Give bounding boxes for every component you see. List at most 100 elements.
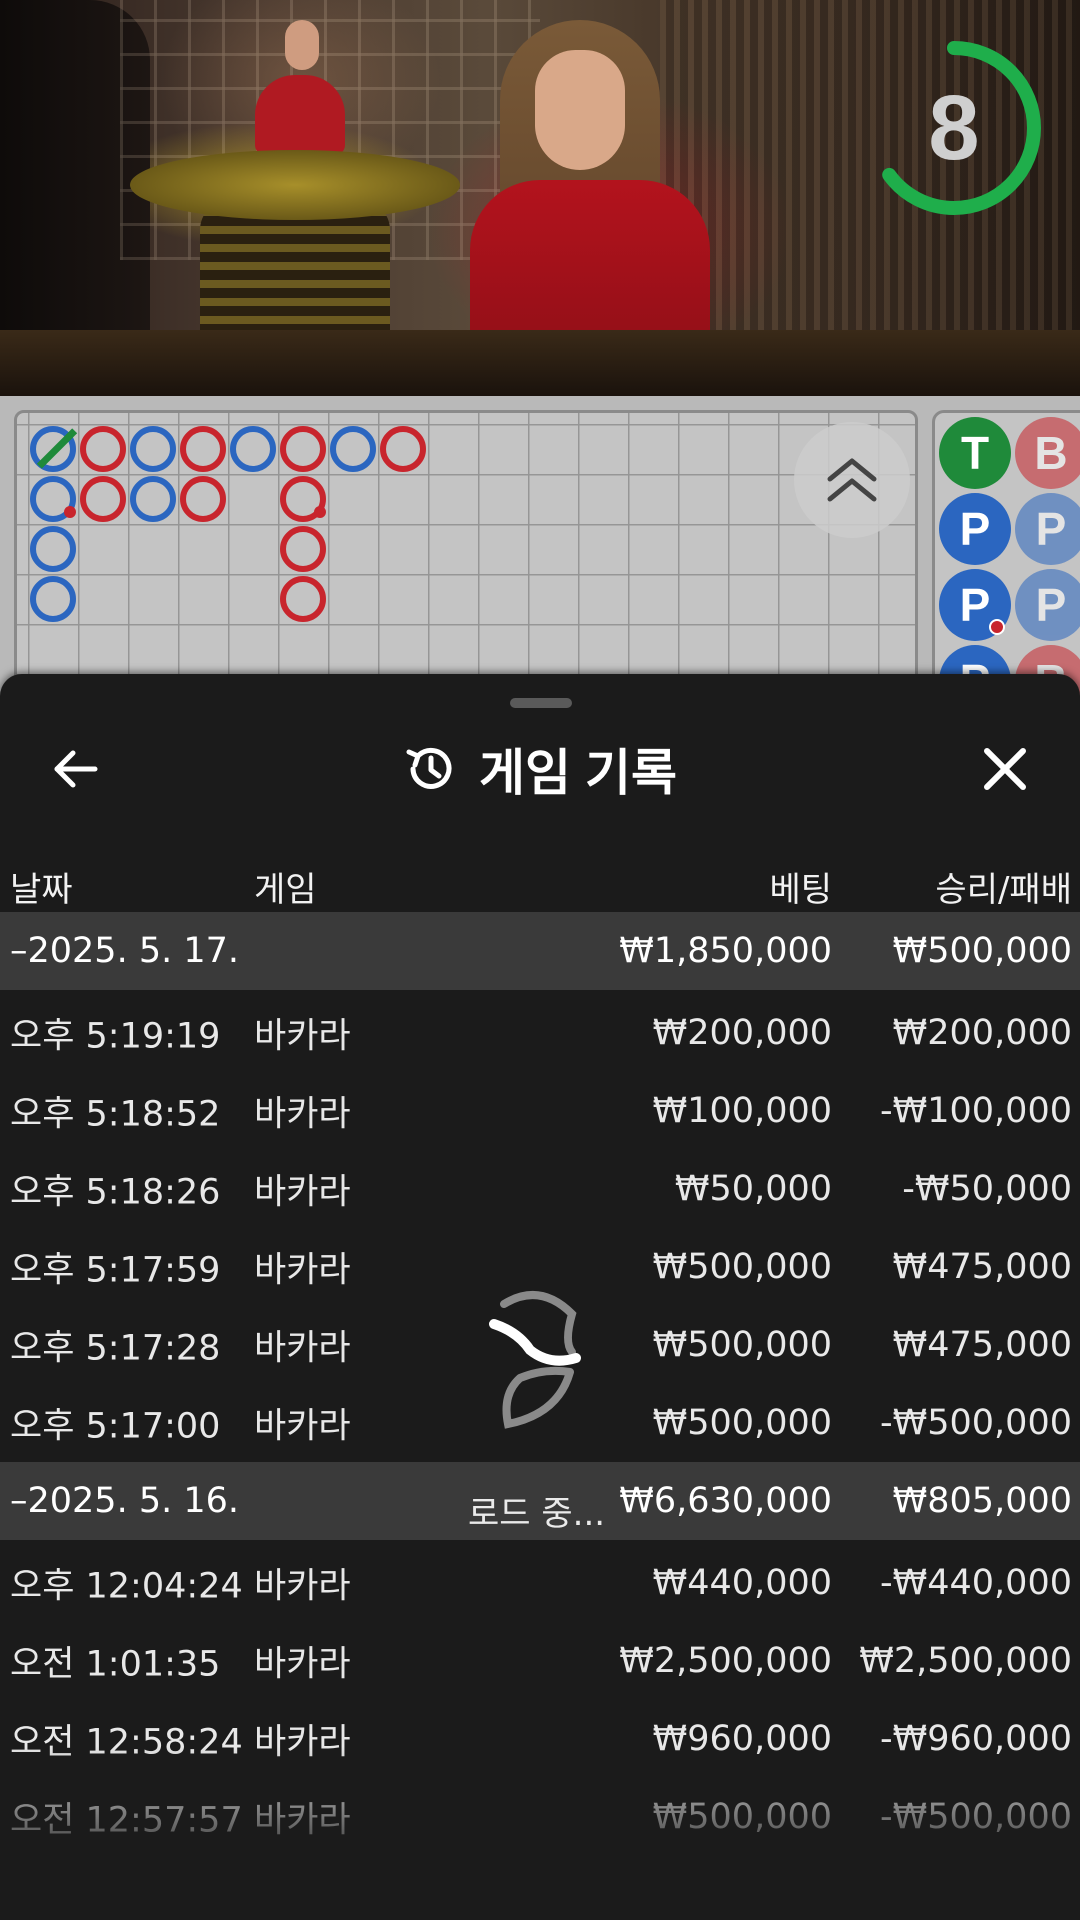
big-road-player-mark: [30, 476, 76, 522]
history-clock-icon: [406, 747, 452, 789]
row-bet: ₩200,000: [652, 1013, 832, 1053]
big-road-banker-mark: [280, 476, 326, 522]
sheet-drag-handle[interactable]: [510, 698, 572, 708]
video-bg-table: [130, 150, 460, 220]
bead-road: TBPPPPPB: [932, 410, 1080, 700]
bead-road-mark: B: [1015, 417, 1080, 489]
back-button[interactable]: [40, 734, 110, 804]
history-row[interactable]: 오후 5:18:26 바카라 ₩50,000 -₩50,000: [0, 1150, 1080, 1228]
row-time: 오전 1:01:35: [10, 1644, 221, 1685]
tie-slash: [36, 428, 78, 469]
big-road-player-mark: [30, 526, 76, 572]
history-row[interactable]: 오전 12:57:57 바카라 ₩500,000 -₩500,000: [0, 1778, 1080, 1856]
column-header-game[interactable]: 게임: [254, 862, 317, 911]
history-row[interactable]: 오후 5:19:19 바카라 ₩200,000 ₩200,000: [0, 994, 1080, 1072]
row-game: 바카라: [254, 1722, 351, 1763]
big-road-banker-mark: [280, 576, 326, 622]
column-header-bet[interactable]: 베팅: [769, 862, 832, 911]
row-win: ₩200,000: [892, 1013, 1072, 1053]
big-road-player-mark: [30, 426, 78, 472]
video-table-felt: [0, 330, 1080, 396]
pair-dot: [989, 619, 1005, 635]
live-video: 8: [0, 0, 1080, 396]
row-time: 오후 5:19:19: [10, 1016, 221, 1057]
video-bg-dealer: [285, 20, 319, 70]
loading-text: 로드 중...: [468, 1494, 606, 1534]
column-header-date[interactable]: 날짜: [10, 862, 73, 911]
row-game: 바카라: [254, 1016, 351, 1057]
bead-road-mark: T: [939, 417, 1011, 489]
column-header-win[interactable]: 승리/패배: [935, 862, 1072, 911]
bead-road-mark: P: [939, 569, 1011, 641]
row-win: ₩475,000: [892, 1247, 1072, 1287]
big-road-player-mark: [30, 576, 76, 622]
row-win: -₩100,000: [880, 1091, 1072, 1131]
row-time: 오후 5:18:26: [10, 1172, 221, 1213]
big-road-banker-mark: [380, 426, 426, 472]
row-game: 바카라: [254, 1328, 351, 1369]
big-road-banker-mark: [80, 426, 126, 472]
row-time: 오전 12:58:24: [10, 1722, 243, 1763]
big-road-player-mark: [230, 426, 276, 472]
arrow-left-icon: [54, 750, 98, 788]
loading-indicator: [460, 1274, 620, 1494]
sheet-title: 게임 기록: [479, 745, 677, 801]
group-date: –2025. 5. 16.: [10, 1481, 240, 1521]
row-bet: ₩960,000: [652, 1719, 832, 1759]
video-bg-dealer-body: [255, 75, 345, 155]
row-win: -₩500,000: [880, 1403, 1072, 1443]
row-time: 오후 12:04:24: [10, 1566, 243, 1607]
history-row[interactable]: 오후 12:04:24 바카라 ₩440,000 -₩440,000: [0, 1544, 1080, 1622]
row-bet: ₩2,500,000: [619, 1641, 832, 1681]
group-win-total: ₩805,000: [892, 1481, 1072, 1521]
group-bet-total: ₩6,630,000: [619, 1481, 832, 1521]
group-date: –2025. 5. 17.: [10, 931, 240, 971]
row-time: 오후 5:18:52: [10, 1094, 221, 1135]
history-date-group[interactable]: –2025. 5. 17. ₩1,850,000 ₩500,000: [0, 912, 1080, 990]
big-road-banker-mark: [80, 476, 126, 522]
row-time: 오후 5:17:28: [10, 1328, 221, 1369]
row-bet: ₩500,000: [652, 1797, 832, 1837]
row-time: 오전 12:57:57: [10, 1800, 243, 1841]
row-game: 바카라: [254, 1094, 351, 1135]
history-table-header: 날짜 게임 베팅 승리/패배: [0, 842, 1080, 912]
expand-roads-button[interactable]: [794, 422, 910, 538]
row-win: -₩440,000: [880, 1563, 1072, 1603]
row-bet: ₩500,000: [652, 1403, 832, 1443]
big-road-banker-mark: [180, 476, 226, 522]
row-time: 오후 5:17:59: [10, 1250, 221, 1291]
big-road-banker-mark: [180, 426, 226, 472]
group-win-total: ₩500,000: [892, 931, 1072, 971]
row-win: ₩475,000: [892, 1325, 1072, 1365]
row-bet: ₩100,000: [652, 1091, 832, 1131]
countdown-seconds: 8: [928, 76, 980, 179]
group-bet-total: ₩1,850,000: [619, 931, 832, 971]
row-bet: ₩440,000: [652, 1563, 832, 1603]
close-button[interactable]: [970, 734, 1040, 804]
big-road-player-mark: [130, 476, 176, 522]
big-road-banker-mark: [280, 426, 326, 472]
row-win: -₩960,000: [880, 1719, 1072, 1759]
close-icon: [984, 748, 1026, 790]
row-game: 바카라: [254, 1250, 351, 1291]
sheet-header: 게임 기록: [0, 732, 1080, 806]
history-row[interactable]: 오전 12:58:24 바카라 ₩960,000 -₩960,000: [0, 1700, 1080, 1778]
history-row[interactable]: 오후 5:18:52 바카라 ₩100,000 -₩100,000: [0, 1072, 1080, 1150]
row-game: 바카라: [254, 1566, 351, 1607]
big-road-player-mark: [130, 426, 176, 472]
pair-dot: [64, 506, 76, 518]
bead-road-mark: P: [939, 493, 1011, 565]
row-win: -₩50,000: [902, 1169, 1072, 1209]
big-road-banker-mark: [280, 526, 326, 572]
pair-dot: [314, 506, 326, 518]
row-bet: ₩500,000: [652, 1247, 832, 1287]
row-game: 바카라: [254, 1406, 351, 1447]
bead-road-mark: P: [1015, 569, 1080, 641]
game-history-sheet: 게임 기록 날짜 게임 베팅 승리/패배 –2025. 5. 17. ₩1,850…: [0, 674, 1080, 1920]
countdown-timer: 8: [864, 38, 1044, 218]
history-row[interactable]: 오전 1:01:35 바카라 ₩2,500,000 ₩2,500,000: [0, 1622, 1080, 1700]
row-win: ₩2,500,000: [859, 1641, 1072, 1681]
row-win: -₩500,000: [880, 1797, 1072, 1837]
chevron-double-up-icon: [827, 458, 877, 502]
row-time: 오후 5:17:00: [10, 1406, 221, 1447]
